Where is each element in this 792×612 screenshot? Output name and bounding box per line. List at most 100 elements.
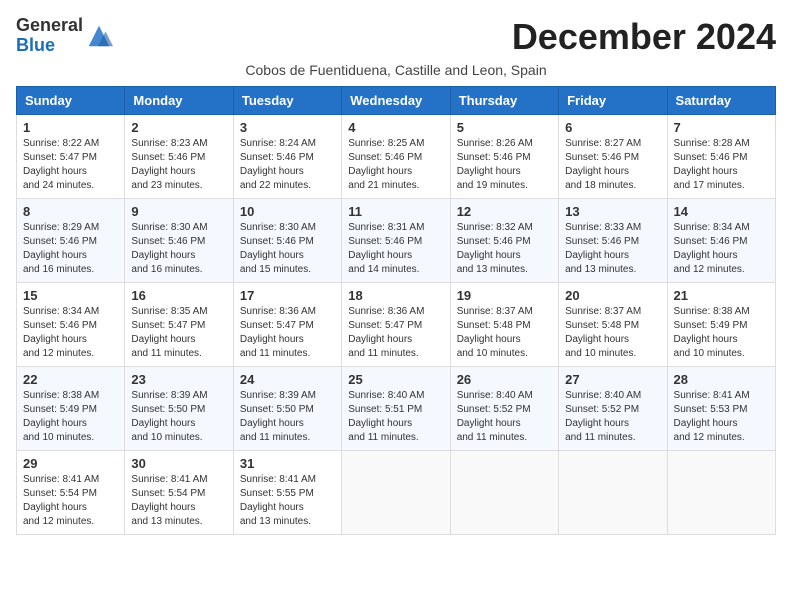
day-info: Sunrise: 8:34 AMSunset: 5:46 PMDaylight … (23, 306, 99, 359)
day-info: Sunrise: 8:35 AMSunset: 5:47 PMDaylight … (131, 306, 207, 359)
calendar-cell: 28 Sunrise: 8:41 AMSunset: 5:53 PMDaylig… (667, 367, 775, 451)
day-info: Sunrise: 8:28 AMSunset: 5:46 PMDaylight … (674, 138, 750, 191)
day-number: 28 (674, 372, 769, 387)
day-number: 31 (240, 456, 335, 471)
calendar-cell: 30 Sunrise: 8:41 AMSunset: 5:54 PMDaylig… (125, 451, 233, 535)
day-info: Sunrise: 8:40 AMSunset: 5:52 PMDaylight … (457, 390, 533, 443)
day-number: 25 (348, 372, 443, 387)
calendar-cell: 4 Sunrise: 8:25 AMSunset: 5:46 PMDayligh… (342, 115, 450, 199)
header: General Blue December 2024 (16, 16, 776, 58)
calendar-week-4: 22 Sunrise: 8:38 AMSunset: 5:49 PMDaylig… (17, 367, 776, 451)
calendar-cell: 1 Sunrise: 8:22 AMSunset: 5:47 PMDayligh… (17, 115, 125, 199)
calendar-week-2: 8 Sunrise: 8:29 AMSunset: 5:46 PMDayligh… (17, 199, 776, 283)
day-info: Sunrise: 8:41 AMSunset: 5:53 PMDaylight … (674, 390, 750, 443)
calendar-cell: 26 Sunrise: 8:40 AMSunset: 5:52 PMDaylig… (450, 367, 558, 451)
day-number: 9 (131, 204, 226, 219)
day-info: Sunrise: 8:26 AMSunset: 5:46 PMDaylight … (457, 138, 533, 191)
day-number: 16 (131, 288, 226, 303)
calendar-cell: 22 Sunrise: 8:38 AMSunset: 5:49 PMDaylig… (17, 367, 125, 451)
day-number: 8 (23, 204, 118, 219)
day-info: Sunrise: 8:27 AMSunset: 5:46 PMDaylight … (565, 138, 641, 191)
day-number: 24 (240, 372, 335, 387)
day-number: 30 (131, 456, 226, 471)
calendar-cell: 16 Sunrise: 8:35 AMSunset: 5:47 PMDaylig… (125, 283, 233, 367)
day-info: Sunrise: 8:34 AMSunset: 5:46 PMDaylight … (674, 222, 750, 275)
day-number: 29 (23, 456, 118, 471)
day-info: Sunrise: 8:23 AMSunset: 5:46 PMDaylight … (131, 138, 207, 191)
day-number: 22 (23, 372, 118, 387)
day-info: Sunrise: 8:22 AMSunset: 5:47 PMDaylight … (23, 138, 99, 191)
day-number: 21 (674, 288, 769, 303)
day-number: 14 (674, 204, 769, 219)
calendar-cell: 23 Sunrise: 8:39 AMSunset: 5:50 PMDaylig… (125, 367, 233, 451)
day-number: 11 (348, 204, 443, 219)
calendar-week-3: 15 Sunrise: 8:34 AMSunset: 5:46 PMDaylig… (17, 283, 776, 367)
calendar-cell: 14 Sunrise: 8:34 AMSunset: 5:46 PMDaylig… (667, 199, 775, 283)
calendar-cell: 5 Sunrise: 8:26 AMSunset: 5:46 PMDayligh… (450, 115, 558, 199)
day-info: Sunrise: 8:39 AMSunset: 5:50 PMDaylight … (240, 390, 316, 443)
header-tuesday: Tuesday (233, 87, 341, 115)
calendar-cell: 27 Sunrise: 8:40 AMSunset: 5:52 PMDaylig… (559, 367, 667, 451)
calendar: SundayMondayTuesdayWednesdayThursdayFrid… (16, 86, 776, 535)
day-info: Sunrise: 8:32 AMSunset: 5:46 PMDaylight … (457, 222, 533, 275)
calendar-cell: 18 Sunrise: 8:36 AMSunset: 5:47 PMDaylig… (342, 283, 450, 367)
day-info: Sunrise: 8:37 AMSunset: 5:48 PMDaylight … (457, 306, 533, 359)
calendar-cell: 17 Sunrise: 8:36 AMSunset: 5:47 PMDaylig… (233, 283, 341, 367)
day-number: 23 (131, 372, 226, 387)
day-info: Sunrise: 8:38 AMSunset: 5:49 PMDaylight … (23, 390, 99, 443)
calendar-cell: 21 Sunrise: 8:38 AMSunset: 5:49 PMDaylig… (667, 283, 775, 367)
header-monday: Monday (125, 87, 233, 115)
header-saturday: Saturday (667, 87, 775, 115)
day-info: Sunrise: 8:24 AMSunset: 5:46 PMDaylight … (240, 138, 316, 191)
calendar-cell (667, 451, 775, 535)
logo-icon (85, 22, 113, 50)
calendar-week-5: 29 Sunrise: 8:41 AMSunset: 5:54 PMDaylig… (17, 451, 776, 535)
logo: General Blue (16, 16, 113, 56)
calendar-cell: 2 Sunrise: 8:23 AMSunset: 5:46 PMDayligh… (125, 115, 233, 199)
day-number: 3 (240, 120, 335, 135)
day-number: 6 (565, 120, 660, 135)
day-info: Sunrise: 8:30 AMSunset: 5:46 PMDaylight … (240, 222, 316, 275)
day-info: Sunrise: 8:38 AMSunset: 5:49 PMDaylight … (674, 306, 750, 359)
calendar-cell (450, 451, 558, 535)
calendar-cell: 12 Sunrise: 8:32 AMSunset: 5:46 PMDaylig… (450, 199, 558, 283)
day-number: 7 (674, 120, 769, 135)
day-number: 27 (565, 372, 660, 387)
day-number: 26 (457, 372, 552, 387)
day-number: 1 (23, 120, 118, 135)
day-info: Sunrise: 8:41 AMSunset: 5:55 PMDaylight … (240, 474, 316, 527)
logo-blue: Blue (16, 35, 55, 55)
calendar-cell: 19 Sunrise: 8:37 AMSunset: 5:48 PMDaylig… (450, 283, 558, 367)
calendar-cell: 20 Sunrise: 8:37 AMSunset: 5:48 PMDaylig… (559, 283, 667, 367)
month-title: December 2024 (512, 16, 776, 58)
day-number: 2 (131, 120, 226, 135)
calendar-cell: 25 Sunrise: 8:40 AMSunset: 5:51 PMDaylig… (342, 367, 450, 451)
day-info: Sunrise: 8:31 AMSunset: 5:46 PMDaylight … (348, 222, 424, 275)
day-info: Sunrise: 8:40 AMSunset: 5:51 PMDaylight … (348, 390, 424, 443)
calendar-cell: 24 Sunrise: 8:39 AMSunset: 5:50 PMDaylig… (233, 367, 341, 451)
day-info: Sunrise: 8:30 AMSunset: 5:46 PMDaylight … (131, 222, 207, 275)
day-number: 18 (348, 288, 443, 303)
day-number: 5 (457, 120, 552, 135)
calendar-cell: 6 Sunrise: 8:27 AMSunset: 5:46 PMDayligh… (559, 115, 667, 199)
day-info: Sunrise: 8:25 AMSunset: 5:46 PMDaylight … (348, 138, 424, 191)
day-number: 12 (457, 204, 552, 219)
calendar-cell: 7 Sunrise: 8:28 AMSunset: 5:46 PMDayligh… (667, 115, 775, 199)
calendar-cell: 13 Sunrise: 8:33 AMSunset: 5:46 PMDaylig… (559, 199, 667, 283)
day-info: Sunrise: 8:39 AMSunset: 5:50 PMDaylight … (131, 390, 207, 443)
calendar-cell (559, 451, 667, 535)
day-info: Sunrise: 8:40 AMSunset: 5:52 PMDaylight … (565, 390, 641, 443)
day-number: 15 (23, 288, 118, 303)
day-info: Sunrise: 8:37 AMSunset: 5:48 PMDaylight … (565, 306, 641, 359)
calendar-cell: 3 Sunrise: 8:24 AMSunset: 5:46 PMDayligh… (233, 115, 341, 199)
day-info: Sunrise: 8:29 AMSunset: 5:46 PMDaylight … (23, 222, 99, 275)
calendar-cell (342, 451, 450, 535)
day-number: 19 (457, 288, 552, 303)
day-info: Sunrise: 8:36 AMSunset: 5:47 PMDaylight … (240, 306, 316, 359)
calendar-cell: 31 Sunrise: 8:41 AMSunset: 5:55 PMDaylig… (233, 451, 341, 535)
header-thursday: Thursday (450, 87, 558, 115)
day-number: 4 (348, 120, 443, 135)
header-wednesday: Wednesday (342, 87, 450, 115)
calendar-cell: 8 Sunrise: 8:29 AMSunset: 5:46 PMDayligh… (17, 199, 125, 283)
calendar-cell: 29 Sunrise: 8:41 AMSunset: 5:54 PMDaylig… (17, 451, 125, 535)
